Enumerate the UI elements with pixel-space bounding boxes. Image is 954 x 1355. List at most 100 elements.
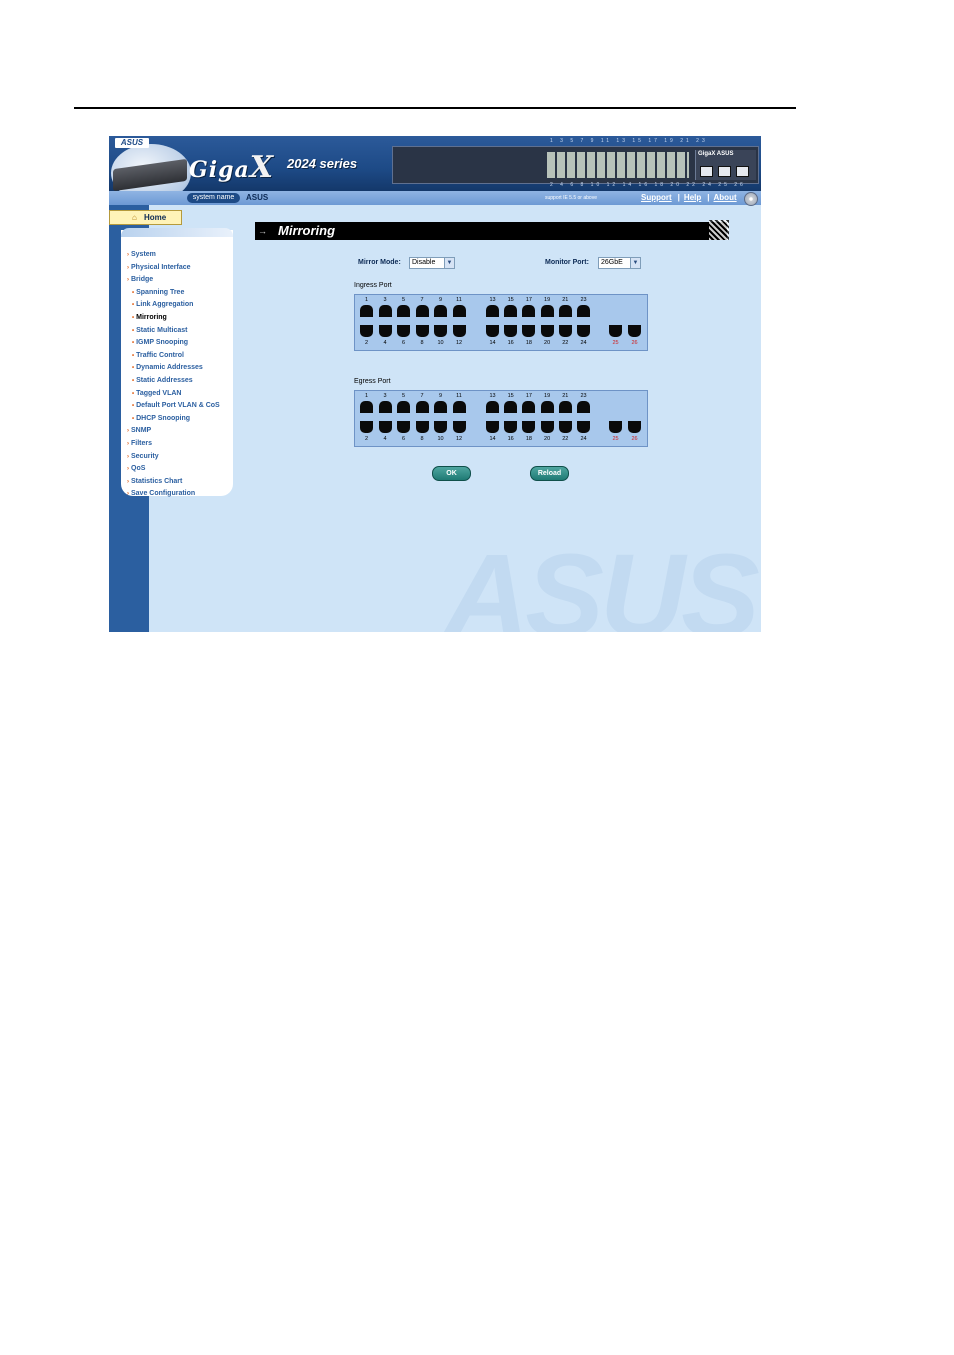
sidebar-item-label: Physical Interface [131, 263, 191, 271]
egress-port-number: 16 [507, 436, 514, 442]
sidebar-item-physical-interface[interactable]: › Physical Interface [127, 262, 220, 275]
sidebar-item-mirroring[interactable]: • Mirroring [127, 312, 220, 325]
ingress-port-12[interactable] [452, 325, 466, 337]
egress-port-9[interactable] [434, 401, 447, 413]
ingress-port-7[interactable] [415, 305, 429, 317]
ingress-port-26[interactable] [628, 325, 641, 337]
egress-port-11[interactable] [452, 401, 466, 413]
sidebar-item-static-addresses[interactable]: • Static Addresses [127, 375, 220, 388]
sidebar-item-traffic-control[interactable]: • Traffic Control [127, 350, 220, 363]
ingress-port-10[interactable] [434, 325, 447, 337]
ingress-port-number: 10 [437, 340, 444, 346]
home-button[interactable]: ⌂ Home [109, 210, 182, 225]
ingress-port-6[interactable] [397, 325, 410, 337]
sidebar-item-label: Traffic Control [136, 351, 184, 359]
egress-port-24[interactable] [577, 421, 590, 433]
sidebar-item-igmp-snooping[interactable]: • IGMP Snooping [127, 337, 220, 350]
sidebar-item-bridge[interactable]: › Bridge [127, 274, 220, 287]
egress-port-6[interactable] [397, 421, 410, 433]
egress-port-22[interactable] [558, 421, 572, 433]
bullet-icon: • [132, 390, 135, 397]
egress-port-5[interactable] [397, 401, 410, 413]
home-label: Home [144, 213, 167, 222]
egress-port-15[interactable] [504, 401, 518, 413]
egress-port-14[interactable] [486, 421, 499, 433]
ingress-port-9[interactable] [434, 305, 447, 317]
egress-port-number: 10 [437, 436, 444, 442]
sidebar-item-statistics-chart[interactable]: › Statistics Chart [127, 476, 220, 489]
egress-port-number: 14 [489, 436, 496, 442]
ingress-port-11[interactable] [452, 305, 466, 317]
sidebar-item-save-configuration[interactable]: › Save Configuration [127, 488, 220, 501]
sidebar-item-filters[interactable]: › Filters [127, 438, 220, 451]
sidebar-item-static-multicast[interactable]: • Static Multicast [127, 325, 220, 338]
sidebar-item-system[interactable]: › System [127, 249, 220, 262]
ingress-port-25[interactable] [609, 325, 622, 337]
sidebar-item-qos[interactable]: › QoS [127, 463, 220, 476]
egress-port-26[interactable] [628, 421, 641, 433]
ingress-port-4[interactable] [378, 325, 392, 337]
ingress-port-19[interactable] [540, 305, 554, 317]
egress-port-13[interactable] [486, 401, 499, 413]
egress-port-2[interactable] [360, 421, 373, 433]
monitor-port-select[interactable]: 26GbE ▼ [598, 257, 641, 269]
help-link[interactable]: Help [684, 193, 701, 202]
support-link[interactable]: Support [641, 193, 672, 202]
egress-port-number: 18 [525, 436, 532, 442]
egress-port-21[interactable] [558, 401, 572, 413]
ingress-port-23[interactable] [577, 305, 590, 317]
egress-port-12[interactable] [452, 421, 466, 433]
ingress-port-number: 24 [580, 340, 587, 346]
ingress-port-20[interactable] [540, 325, 554, 337]
ingress-port-22[interactable] [558, 325, 572, 337]
egress-port-20[interactable] [540, 421, 554, 433]
egress-port-19[interactable] [540, 401, 554, 413]
bullet-icon: • [132, 314, 135, 321]
egress-port-number: 4 [383, 436, 387, 442]
sidebar-item-snmp[interactable]: › SNMP [127, 425, 220, 438]
ingress-port-15[interactable] [504, 305, 518, 317]
page-title-bar: → Mirroring [255, 220, 729, 240]
sidebar-item-tagged-vlan[interactable]: • Tagged VLAN [127, 388, 220, 401]
ingress-port-1[interactable] [360, 305, 373, 317]
title-deco-icon [709, 220, 729, 240]
ingress-port-21[interactable] [558, 305, 572, 317]
sidebar-item-default-port-vlan-cos[interactable]: • Default Port VLAN & CoS [127, 400, 220, 413]
ingress-port-13[interactable] [486, 305, 499, 317]
brand-x: X [249, 150, 275, 185]
chevron-right-icon: › [127, 428, 129, 435]
ingress-port-14[interactable] [486, 325, 499, 337]
reload-button[interactable]: Reload [530, 466, 569, 481]
egress-port-1[interactable] [360, 401, 373, 413]
browser-support-note: support IE 5.5 or above [545, 195, 597, 201]
sidebar-item-dhcp-snooping[interactable]: • DHCP Snooping [127, 413, 220, 426]
egress-port-10[interactable] [434, 421, 447, 433]
sidebar-item-security[interactable]: › Security [127, 451, 220, 464]
about-link[interactable]: About [714, 193, 737, 202]
ingress-port-5[interactable] [397, 305, 410, 317]
sidebar-item-spanning-tree[interactable]: • Spanning Tree [127, 287, 220, 300]
sidebar-item-dynamic-addresses[interactable]: • Dynamic Addresses [127, 362, 220, 375]
ingress-port-18[interactable] [522, 325, 536, 337]
egress-port-16[interactable] [504, 421, 518, 433]
egress-port-25[interactable] [609, 421, 622, 433]
ingress-port-16[interactable] [504, 325, 518, 337]
cd-icon[interactable] [744, 192, 758, 206]
ingress-port-8[interactable] [415, 325, 429, 337]
ok-button[interactable]: OK [432, 466, 471, 481]
ingress-port-number: 2 [364, 340, 369, 346]
ingress-port-2[interactable] [360, 325, 373, 337]
mirror-mode-select[interactable]: Disable ▼ [409, 257, 455, 269]
egress-port-8[interactable] [415, 421, 429, 433]
sidebar-item-label: Statistics Chart [131, 477, 183, 485]
egress-port-3[interactable] [378, 401, 392, 413]
egress-port-17[interactable] [522, 401, 536, 413]
egress-port-18[interactable] [522, 421, 536, 433]
egress-port-4[interactable] [378, 421, 392, 433]
egress-port-23[interactable] [577, 401, 590, 413]
ingress-port-17[interactable] [522, 305, 536, 317]
ingress-port-24[interactable] [577, 325, 590, 337]
ingress-port-3[interactable] [378, 305, 392, 317]
sidebar-item-link-aggregation[interactable]: • Link Aggregation [127, 299, 220, 312]
egress-port-7[interactable] [415, 401, 429, 413]
